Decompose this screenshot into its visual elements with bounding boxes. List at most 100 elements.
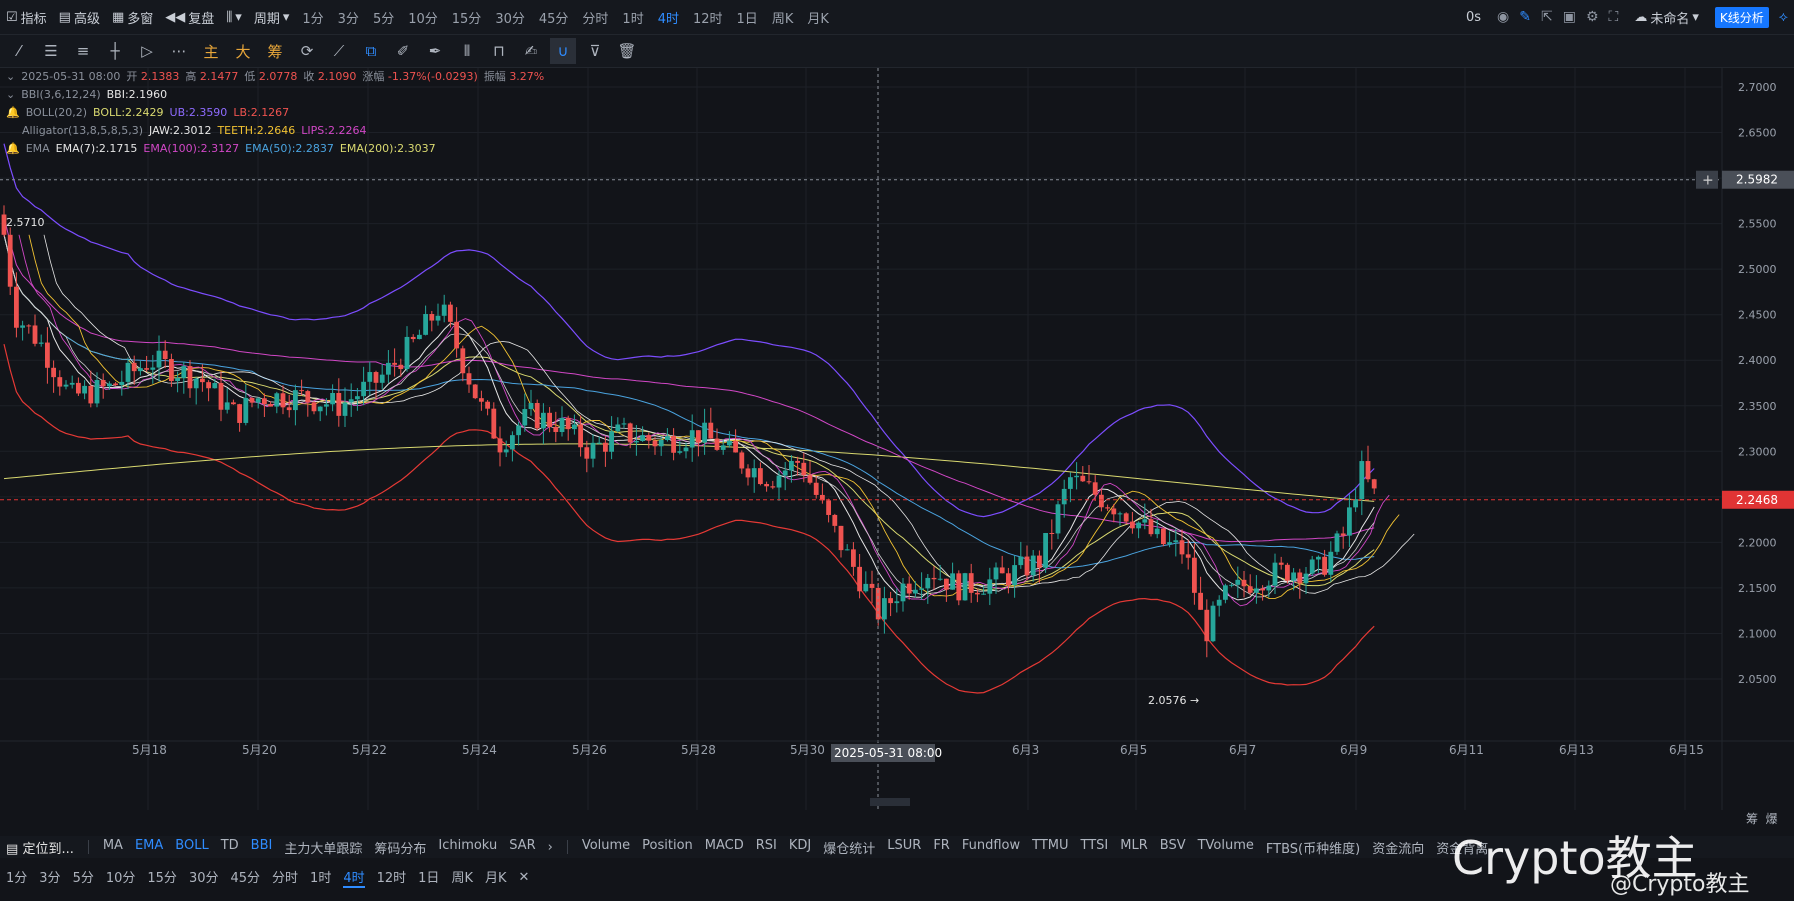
sub-indicator-0[interactable]: Volume bbox=[582, 838, 630, 857]
more-icon[interactable]: ⋯ bbox=[166, 38, 192, 64]
indicator-menu[interactable]: ☑ 指标 bbox=[6, 8, 47, 27]
brush-icon[interactable]: ✒ bbox=[422, 38, 448, 64]
main-indicator-1[interactable]: EMA bbox=[135, 838, 163, 857]
sub-indicator-14[interactable]: FTBS(币种维度) bbox=[1266, 838, 1360, 857]
share-icon[interactable]: ⟡ bbox=[1779, 9, 1788, 25]
magnet-icon[interactable]: ∪ bbox=[550, 38, 576, 64]
path-icon[interactable]: ▷ bbox=[134, 38, 160, 64]
ruler-icon[interactable]: ✐ bbox=[390, 38, 416, 64]
sub-indicator-9[interactable]: TTMU bbox=[1032, 838, 1068, 857]
sub-indicator-13[interactable]: TVolume bbox=[1198, 838, 1254, 857]
main-force-button[interactable]: 主 bbox=[198, 38, 224, 64]
sub-indicator-10[interactable]: TTSI bbox=[1081, 838, 1109, 857]
multi-window-menu[interactable]: ▦ 多窗 bbox=[112, 8, 153, 27]
close-icon[interactable]: ✕ bbox=[519, 870, 530, 885]
pen-icon[interactable]: ✎ bbox=[1519, 9, 1531, 25]
tf-bottom-7[interactable]: 分时 bbox=[272, 867, 298, 888]
timeframe-1[interactable]: 3分 bbox=[338, 8, 359, 27]
tf-bottom-9[interactable]: 4时 bbox=[343, 867, 365, 888]
lock-icon[interactable]: ⊓ bbox=[486, 38, 512, 64]
layout-name[interactable]: ☁ 未命名 ▾ bbox=[1634, 8, 1699, 27]
replay-menu[interactable]: ◀◀ 复盘 bbox=[165, 8, 214, 27]
timeframe-10[interactable]: 12时 bbox=[693, 8, 723, 27]
sub-indicator-3[interactable]: RSI bbox=[756, 838, 777, 857]
k-analysis-button[interactable]: K线分析 bbox=[1714, 6, 1769, 28]
tf-bottom-10[interactable]: 12时 bbox=[377, 867, 407, 888]
main-indicator-4[interactable]: BBI bbox=[251, 838, 273, 857]
main-indicator-3[interactable]: TD bbox=[221, 838, 239, 857]
main-indicator-2[interactable]: BOLL bbox=[175, 838, 208, 857]
locate-button[interactable]: ▤ 定位到... bbox=[6, 838, 74, 857]
sub-indicator-1[interactable]: Position bbox=[642, 838, 693, 857]
chart-type-menu[interactable]: ⫼ ▾ bbox=[226, 10, 242, 25]
timeframe-8[interactable]: 1时 bbox=[622, 8, 643, 27]
sub-indicator-11[interactable]: MLR bbox=[1120, 838, 1148, 857]
candle-body bbox=[1322, 556, 1327, 575]
tf-bottom-8[interactable]: 1时 bbox=[310, 867, 331, 888]
edit-icon[interactable]: ✍ bbox=[518, 38, 544, 64]
timeframe-2[interactable]: 5分 bbox=[373, 8, 394, 27]
tf-bottom-5[interactable]: 30分 bbox=[189, 867, 219, 888]
collapse-icon[interactable]: ⌄ bbox=[6, 68, 15, 86]
sub-indicator-15[interactable]: 资金流向 bbox=[1372, 838, 1424, 857]
tf-bottom-6[interactable]: 45分 bbox=[230, 867, 260, 888]
bars-icon[interactable]: ⫴ bbox=[454, 38, 480, 64]
main-indicator-0[interactable]: MA bbox=[103, 838, 123, 857]
trash-icon[interactable]: 🗑 bbox=[614, 38, 640, 64]
horizontal-lines-icon[interactable]: ≡ bbox=[70, 38, 96, 64]
timeframe-11[interactable]: 1日 bbox=[737, 8, 758, 27]
tf-bottom-12[interactable]: 周K bbox=[451, 867, 473, 888]
tf-bottom-11[interactable]: 1日 bbox=[418, 867, 439, 888]
tf-bottom-3[interactable]: 10分 bbox=[106, 867, 136, 888]
tf-bottom-4[interactable]: 15分 bbox=[147, 867, 177, 888]
candlestick-chart[interactable]: 2.70002.65002.60002.55002.50002.45002.40… bbox=[0, 68, 1794, 810]
timeframe-3[interactable]: 10分 bbox=[408, 8, 438, 27]
measure-icon[interactable]: ⟋ bbox=[326, 38, 352, 64]
timeframe-7[interactable]: 分时 bbox=[582, 8, 608, 27]
bell-icon[interactable]: 🔔 bbox=[6, 104, 20, 122]
timeframe-12[interactable]: 周K bbox=[772, 8, 794, 27]
screenshot-icon[interactable]: ▣ bbox=[1563, 9, 1576, 25]
horizontal-line-icon[interactable]: ┼ bbox=[102, 38, 128, 64]
tf-bottom-13[interactable]: 月K bbox=[485, 867, 507, 888]
timeframe-9[interactable]: 4时 bbox=[658, 8, 679, 27]
candle-body bbox=[534, 402, 540, 429]
big-order-button[interactable]: 大 bbox=[230, 38, 256, 64]
main-indicator-5[interactable]: 主力大单跟踪 bbox=[284, 838, 362, 857]
main-indicator-7[interactable]: Ichimoku bbox=[438, 838, 497, 857]
advanced-menu[interactable]: ▤ 高级 bbox=[59, 8, 100, 27]
sub-indicator-4[interactable]: KDJ bbox=[789, 838, 811, 857]
candle-body bbox=[646, 435, 652, 441]
tf-bottom-0[interactable]: 1分 bbox=[6, 867, 27, 888]
sub-indicator-2[interactable]: MACD bbox=[705, 838, 744, 857]
camera-icon[interactable]: ◉ bbox=[1497, 9, 1509, 25]
trend-line-icon[interactable]: ⁄ bbox=[6, 38, 32, 64]
timeframe-4[interactable]: 15分 bbox=[452, 8, 482, 27]
fullscreen-icon[interactable]: ⛶ bbox=[1609, 9, 1619, 25]
bell-icon[interactable]: 🔔 bbox=[6, 140, 20, 158]
candle-body bbox=[212, 383, 218, 389]
timeframe-5[interactable]: 30分 bbox=[495, 8, 525, 27]
filter-icon[interactable]: ⊽ bbox=[582, 38, 608, 64]
sync-icon[interactable]: ⟳ bbox=[294, 38, 320, 64]
tf-bottom-1[interactable]: 3分 bbox=[39, 867, 60, 888]
main-indicator-8[interactable]: SAR bbox=[509, 838, 535, 857]
copy-icon[interactable]: ⧉ bbox=[358, 38, 384, 64]
gear-icon[interactable]: ⚙ bbox=[1586, 9, 1599, 25]
sub-indicator-7[interactable]: FR bbox=[933, 838, 950, 857]
period-menu[interactable]: 周期 ▾ bbox=[254, 8, 290, 27]
main-indicator-6[interactable]: 筹码分布 bbox=[374, 838, 426, 857]
timeframe-0[interactable]: 1分 bbox=[302, 8, 323, 27]
sub-indicator-8[interactable]: Fundflow bbox=[962, 838, 1020, 857]
sub-indicator-5[interactable]: 爆仓统计 bbox=[823, 838, 875, 857]
chips-button[interactable]: 筹 bbox=[262, 38, 288, 64]
sub-indicator-12[interactable]: BSV bbox=[1160, 838, 1186, 857]
parallel-lines-icon[interactable]: ☰ bbox=[38, 38, 64, 64]
expand-icon[interactable]: ⇱ bbox=[1541, 9, 1553, 25]
chevron-right-icon[interactable]: › bbox=[548, 840, 553, 855]
sub-indicator-6[interactable]: LSUR bbox=[887, 838, 921, 857]
timeframe-13[interactable]: 月K bbox=[807, 8, 829, 27]
tf-bottom-2[interactable]: 5分 bbox=[73, 867, 94, 888]
timeframe-6[interactable]: 45分 bbox=[539, 8, 569, 27]
collapse-icon[interactable]: ⌄ bbox=[6, 86, 15, 104]
